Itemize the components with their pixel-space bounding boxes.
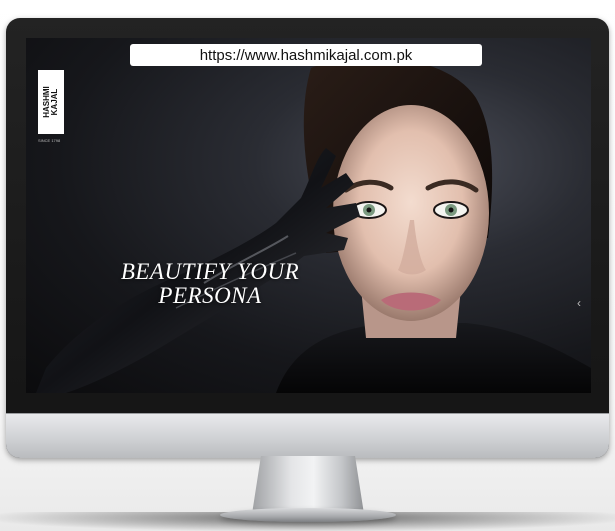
headline-line-2: PERSONA xyxy=(158,283,262,308)
brand-logo[interactable]: HASHMI KAJAL xyxy=(38,70,64,134)
monitor-stand xyxy=(252,456,364,514)
chevron-right-icon[interactable]: ‹ xyxy=(577,296,587,310)
logo-text: HASHMI KAJAL xyxy=(42,86,59,118)
url-bar[interactable]: https://www.hashmikajal.com.pk xyxy=(130,44,482,66)
monitor: https://www.hashmikajal.com.pk HASHMI KA… xyxy=(6,18,609,458)
scene: https://www.hashmikajal.com.pk HASHMI KA… xyxy=(0,0,615,531)
monitor-chin xyxy=(6,413,609,458)
url-text: https://www.hashmikajal.com.pk xyxy=(199,46,413,64)
website-screen: https://www.hashmikajal.com.pk HASHMI KA… xyxy=(26,38,591,393)
logo-line-2: KAJAL xyxy=(50,88,59,116)
headline-line-1: BEAUTIFY YOUR xyxy=(120,259,300,284)
monitor-base xyxy=(220,508,396,522)
hero-headline: BEAUTIFY YOUR PERSONA xyxy=(90,260,330,308)
brand-tagline: SINCE 1798 xyxy=(38,138,61,143)
hero-image xyxy=(36,56,591,393)
